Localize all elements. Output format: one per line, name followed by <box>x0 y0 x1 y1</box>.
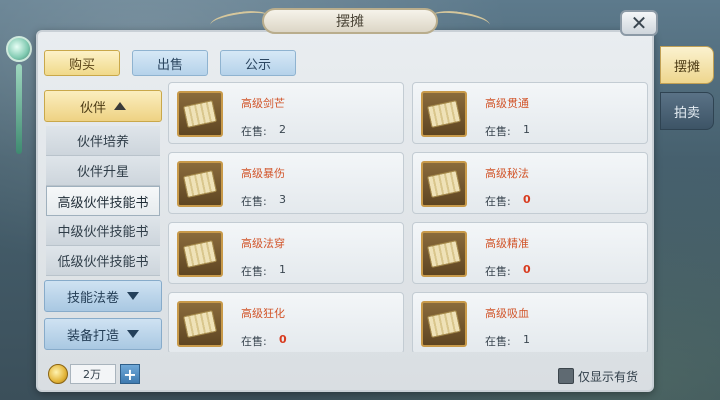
skill-book-icon <box>177 91 223 137</box>
collapse-arrow-icon <box>114 102 126 110</box>
item-name: 高级剑芒 <box>241 97 285 110</box>
skill-book-icon <box>421 231 467 277</box>
category-label: 装备打造 <box>66 328 119 344</box>
skill-book-icon <box>421 301 467 347</box>
add-gold-button[interactable]: + <box>120 364 140 384</box>
item-card[interactable]: 高级吸血 在售: 1 <box>412 292 648 352</box>
stock-count: 1 <box>523 123 530 136</box>
sidebar-item-partner-training[interactable]: 伙伴培养 <box>46 126 160 156</box>
item-name: 高级暴伤 <box>241 167 285 180</box>
stock-count: 3 <box>279 193 286 206</box>
sidebar-item-advanced-book[interactable]: 高级伙伴技能书 <box>46 186 160 216</box>
category-label: 技能法卷 <box>66 290 119 306</box>
item-card[interactable]: 高级狂化 在售: 0 <box>168 292 404 352</box>
stock-count: 0 <box>523 193 531 206</box>
stock-count: 0 <box>279 333 287 346</box>
window-title: 摆摊 <box>262 8 438 34</box>
close-icon: ✕ <box>630 11 648 35</box>
gold-coin-icon <box>48 364 68 384</box>
stock-count: 0 <box>523 263 531 276</box>
side-tab-stall[interactable]: 摆摊 <box>660 46 714 84</box>
skill-book-icon <box>177 301 223 347</box>
stock-label: 在售: <box>241 195 267 208</box>
stock-label: 在售: <box>241 125 267 138</box>
item-name: 高级狂化 <box>241 307 285 320</box>
item-card[interactable]: 高级暴伤 在售: 3 <box>168 152 404 214</box>
item-card[interactable]: 高级贯通 在售: 1 <box>412 82 648 144</box>
close-button[interactable]: ✕ <box>620 10 658 36</box>
stock-label: 在售: <box>241 335 267 348</box>
stock-label: 在售: <box>241 265 267 278</box>
item-name: 高级精准 <box>485 237 529 250</box>
sidebar-item-basic-book[interactable]: 低级伙伴技能书 <box>46 246 160 276</box>
sidebar-item-intermediate-book[interactable]: 中级伙伴技能书 <box>46 216 160 246</box>
stock-label: 在售: <box>485 195 511 208</box>
item-name: 高级吸血 <box>485 307 529 320</box>
side-tab-auction[interactable]: 拍卖 <box>660 92 714 130</box>
tab-public[interactable]: 公示 <box>220 50 296 76</box>
stock-label: 在售: <box>485 125 511 138</box>
stock-count: 1 <box>279 263 286 276</box>
stock-label: 在售: <box>485 265 511 278</box>
item-grid: 高级剑芒 在售: 2 高级贯通 在售: 1 高级暴伤 在售: 3 高级秘法 在售… <box>166 80 650 352</box>
jade-orb-icon <box>6 36 32 62</box>
skill-book-icon <box>177 231 223 277</box>
skill-book-icon <box>421 91 467 137</box>
stock-label: 在售: <box>485 335 511 348</box>
expand-arrow-icon <box>127 292 139 300</box>
jade-ornament <box>6 36 32 156</box>
sidebar-item-partner-star[interactable]: 伙伴升星 <box>46 156 160 186</box>
gold-amount: 2万 <box>70 364 116 384</box>
category-equipment-forge[interactable]: 装备打造 <box>44 318 162 350</box>
item-name: 高级秘法 <box>485 167 529 180</box>
skill-book-icon <box>177 161 223 207</box>
tab-sell[interactable]: 出售 <box>132 50 208 76</box>
category-sidebar: 伙伴 伙伴培养 伙伴升星 高级伙伴技能书 中级伙伴技能书 低级伙伴技能书 技能法… <box>44 88 162 354</box>
tab-buy[interactable]: 购买 <box>44 50 120 76</box>
item-card[interactable]: 高级法穿 在售: 1 <box>168 222 404 284</box>
item-name: 高级法穿 <box>241 237 285 250</box>
tassel-decoration <box>16 64 22 154</box>
stock-count: 2 <box>279 123 286 136</box>
item-card[interactable]: 高级剑芒 在售: 2 <box>168 82 404 144</box>
category-partner[interactable]: 伙伴 <box>44 90 162 122</box>
item-name: 高级贯通 <box>485 97 529 110</box>
plus-icon: + <box>123 364 137 384</box>
in-stock-label: 仅显示有货 <box>578 370 639 384</box>
item-card[interactable]: 高级精准 在售: 0 <box>412 222 648 284</box>
item-card[interactable]: 高级秘法 在售: 0 <box>412 152 648 214</box>
skill-book-icon <box>421 161 467 207</box>
stock-count: 1 <box>523 333 530 346</box>
category-skill-scroll[interactable]: 技能法卷 <box>44 280 162 312</box>
expand-arrow-icon <box>127 330 139 338</box>
category-label: 伙伴 <box>79 100 106 116</box>
in-stock-checkbox[interactable] <box>558 368 574 384</box>
